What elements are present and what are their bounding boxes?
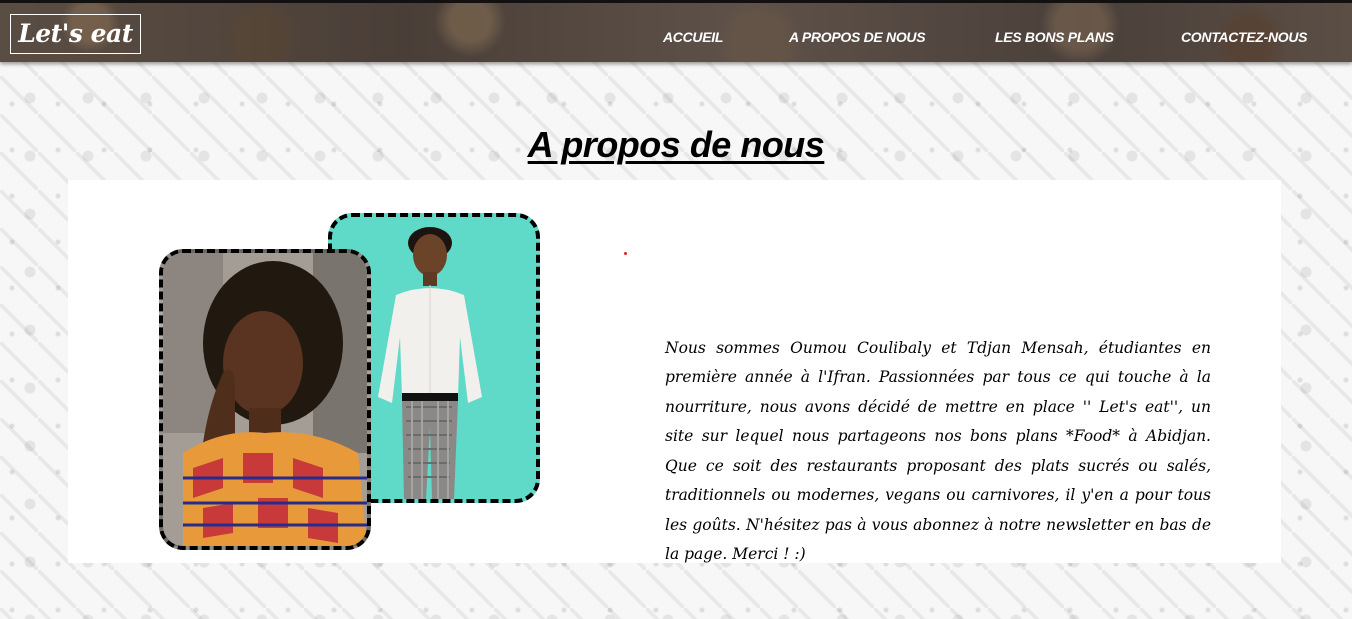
nav-link-contact[interactable]: CONTACTEZ-NOUS	[1181, 27, 1308, 47]
site-logo[interactable]: Let's eat	[10, 14, 141, 54]
photo-oumou-coulibaly	[159, 249, 371, 550]
top-navigation-bar: Let's eat ACCUEIL A PROPOS DE NOUS LES B…	[0, 0, 1352, 62]
decorative-dot	[624, 252, 627, 255]
page-title: A propos de nous	[527, 124, 825, 166]
about-description: Nous sommes Oumou Coulibaly et Tdjan Men…	[665, 338, 1211, 564]
nav-link-a-propos[interactable]: A PROPOS DE NOUS	[789, 27, 926, 47]
nav-link-bons-plans[interactable]: LES BONS PLANS	[995, 27, 1114, 47]
person-illustration-portrait	[163, 253, 367, 546]
nav-link-accueil[interactable]: ACCUEIL	[663, 27, 723, 47]
